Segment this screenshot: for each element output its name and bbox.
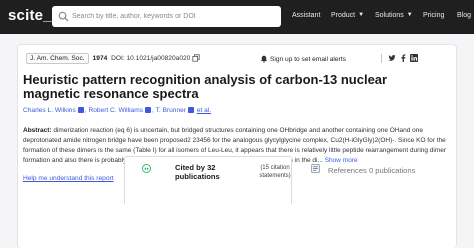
nav-assistant[interactable]: Assistant [292, 12, 320, 19]
copy-icon[interactable] [192, 54, 200, 62]
divider [381, 54, 382, 63]
abstract-label: Abstract: [23, 127, 52, 134]
signup-label: Sign up to set email alerts [270, 55, 346, 63]
author-link[interactable]: Charles L. Wilkins [23, 107, 76, 114]
tab-references[interactable]: References 0 publications [328, 166, 415, 175]
citation-statements-count: (15 citation statements) [259, 165, 291, 179]
twitter-icon[interactable] [388, 54, 396, 62]
author-link[interactable]: T. Brunner [156, 107, 186, 114]
author-link[interactable]: Robert C. Williams [88, 107, 143, 114]
journal-badge: J. Am. Chem. Soc. [26, 53, 89, 64]
references-icon [311, 164, 320, 173]
nav-pricing-label: Pricing [423, 12, 445, 19]
chevron-down-icon: ▼ [358, 12, 365, 18]
et-al-link[interactable]: et al. [197, 107, 211, 114]
doi-text[interactable]: DOI: 10.1021/ja00820a020 [111, 55, 190, 62]
chevron-down-icon: ▼ [406, 12, 413, 18]
orcid-icon [188, 107, 194, 114]
search-input[interactable] [72, 6, 277, 27]
nav-blog[interactable]: Blog [457, 12, 471, 19]
article-meta: J. Am. Chem. Soc. 1974 DOI: 10.1021/ja008… [26, 53, 200, 64]
nav-product-label: Product [331, 12, 356, 19]
article-title: Heuristic pattern recognition analysis o… [23, 72, 388, 101]
orcid-icon [77, 107, 84, 114]
nav-assistant-label: Assistant [292, 12, 321, 19]
nav-pricing[interactable]: Pricing [423, 12, 444, 19]
nav-solutions-label: Solutions [375, 12, 404, 19]
show-more-link[interactable]: Show more [325, 157, 358, 164]
article-card: J. Am. Chem. Soc. 1974 DOI: 10.1021/ja008… [17, 44, 457, 248]
email-alert-signup[interactable]: Sign up to set email alerts [260, 55, 346, 63]
bell-icon [260, 55, 268, 63]
author-list: Charles L. Wilkins, Robert C. Williams, … [23, 107, 212, 114]
quote-icon [142, 164, 151, 173]
facebook-icon[interactable] [399, 54, 407, 62]
nav-solutions[interactable]: Solutions ▼ [375, 12, 413, 19]
scite-logo[interactable]: scite_ [8, 7, 52, 24]
search-box[interactable] [52, 6, 281, 27]
orcid-icon [145, 107, 152, 114]
help-understand-link[interactable]: Help me understand this report [23, 175, 114, 182]
top-nav: scite_ Assistant Product▼ Solutions▼ Pri… [0, 0, 474, 34]
nav-product[interactable]: Product ▼ [331, 12, 364, 19]
nav-blog-label: Blog [457, 12, 472, 19]
publication-year: 1974 [92, 55, 108, 62]
linkedin-icon[interactable] [410, 54, 418, 62]
cited-by-label: Cited by 32 publications [175, 163, 220, 181]
search-icon [58, 11, 69, 22]
